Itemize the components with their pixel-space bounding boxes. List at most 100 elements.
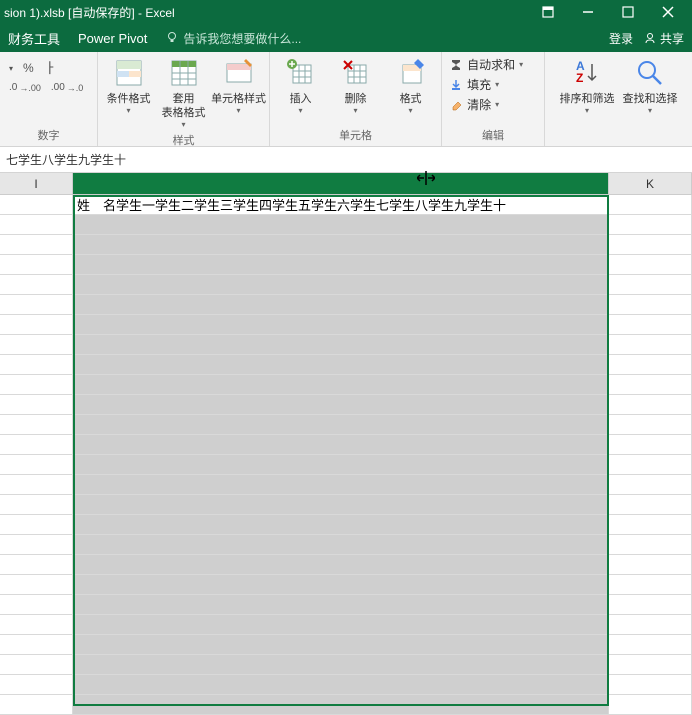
cell[interactable]: [73, 435, 609, 455]
cell[interactable]: [609, 235, 692, 255]
cell[interactable]: [73, 275, 609, 295]
cell[interactable]: [0, 595, 73, 615]
cell[interactable]: [73, 295, 609, 315]
cell[interactable]: [0, 395, 73, 415]
cell[interactable]: [609, 595, 692, 615]
percent-button[interactable]: %: [23, 61, 34, 75]
fill-button[interactable]: 填充▾: [449, 76, 499, 93]
cell[interactable]: [0, 335, 73, 355]
cell[interactable]: [609, 215, 692, 235]
share-button[interactable]: 共享: [643, 30, 684, 47]
clear-button[interactable]: 清除▾: [449, 96, 499, 113]
autosum-button[interactable]: 自动求和▾: [449, 56, 523, 73]
cell[interactable]: [0, 275, 73, 295]
comma-button[interactable]: ￂ: [44, 58, 57, 78]
cell[interactable]: [0, 215, 73, 235]
cell[interactable]: [73, 535, 609, 555]
cell[interactable]: [609, 415, 692, 435]
cell[interactable]: [0, 555, 73, 575]
tell-me-search[interactable]: 告诉我您想要做什么...: [165, 30, 301, 47]
cell[interactable]: [609, 535, 692, 555]
cell[interactable]: [73, 395, 609, 415]
cell[interactable]: [609, 315, 692, 335]
find-select-button[interactable]: 查找和选择▾: [623, 54, 678, 116]
format-button[interactable]: 格式▾: [383, 54, 438, 116]
cell[interactable]: [0, 235, 73, 255]
cell[interactable]: [0, 535, 73, 555]
cell[interactable]: [0, 455, 73, 475]
insert-button[interactable]: 插入▾: [273, 54, 328, 116]
cell[interactable]: [609, 455, 692, 475]
cell[interactable]: [609, 555, 692, 575]
cell[interactable]: [609, 275, 692, 295]
cell[interactable]: [0, 295, 73, 315]
cell[interactable]: [609, 375, 692, 395]
cell[interactable]: [609, 515, 692, 535]
cell[interactable]: [0, 515, 73, 535]
delete-button[interactable]: 删除▾: [328, 54, 383, 116]
cell[interactable]: [73, 675, 609, 695]
cell[interactable]: [0, 575, 73, 595]
conditional-format-button[interactable]: 条件格式▾: [101, 54, 156, 116]
cell[interactable]: [73, 515, 609, 535]
dropdown[interactable]: ▾: [9, 64, 13, 73]
cell[interactable]: [73, 635, 609, 655]
cell[interactable]: [0, 675, 73, 695]
cell[interactable]: [609, 435, 692, 455]
cell[interactable]: [609, 695, 692, 715]
cell[interactable]: 姓 名学生一学生二学生三学生四学生五学生六学生七学生八学生九学生十: [73, 195, 609, 215]
cell[interactable]: [73, 655, 609, 675]
cell-styles-button[interactable]: 单元格样式▾: [211, 54, 266, 116]
ribbon-options-icon[interactable]: [528, 0, 568, 24]
cell[interactable]: [0, 415, 73, 435]
cell[interactable]: [609, 255, 692, 275]
tab-powerpivot[interactable]: Power Pivot: [78, 31, 147, 46]
cell[interactable]: [609, 335, 692, 355]
cell[interactable]: [0, 315, 73, 335]
cell[interactable]: [73, 495, 609, 515]
cell[interactable]: [73, 235, 609, 255]
cell[interactable]: [609, 475, 692, 495]
formula-bar[interactable]: 七学生八学生九学生十: [0, 147, 692, 173]
cell[interactable]: [0, 655, 73, 675]
cell[interactable]: [609, 615, 692, 635]
cell[interactable]: [73, 315, 609, 335]
cell[interactable]: [73, 215, 609, 235]
decrease-decimal[interactable]: .00→.0: [51, 82, 83, 93]
cell[interactable]: [0, 615, 73, 635]
worksheet[interactable]: I K 姓 名学生一学生二学生三学生四学生五学生六学生七学生八学生九学生十: [0, 173, 692, 707]
cell[interactable]: [0, 375, 73, 395]
close-button[interactable]: [648, 0, 688, 24]
maximize-button[interactable]: [608, 0, 648, 24]
cell[interactable]: [609, 575, 692, 595]
minimize-button[interactable]: [568, 0, 608, 24]
cell[interactable]: [73, 375, 609, 395]
cell[interactable]: [73, 595, 609, 615]
cell[interactable]: [73, 335, 609, 355]
cell[interactable]: [73, 355, 609, 375]
cell[interactable]: [609, 655, 692, 675]
cell[interactable]: [609, 675, 692, 695]
cell[interactable]: [609, 495, 692, 515]
col-header-K[interactable]: K: [609, 173, 692, 194]
cell[interactable]: [73, 255, 609, 275]
cell[interactable]: [0, 695, 73, 715]
cell[interactable]: [0, 255, 73, 275]
col-header-J[interactable]: [73, 173, 609, 194]
increase-decimal[interactable]: .0→.00: [9, 82, 41, 93]
col-header-I[interactable]: I: [0, 173, 73, 194]
cell[interactable]: [609, 635, 692, 655]
cell[interactable]: [0, 495, 73, 515]
format-as-table-button[interactable]: 套用 表格格式▾: [156, 54, 211, 130]
cell[interactable]: [73, 455, 609, 475]
cell[interactable]: [73, 615, 609, 635]
sort-filter-button[interactable]: AZ 排序和筛选▾: [560, 54, 615, 116]
cell[interactable]: [73, 555, 609, 575]
cell[interactable]: [73, 475, 609, 495]
cell[interactable]: [0, 195, 73, 215]
cell[interactable]: [73, 575, 609, 595]
cell[interactable]: [609, 395, 692, 415]
cell-grid[interactable]: 姓 名学生一学生二学生三学生四学生五学生六学生七学生八学生九学生十: [0, 195, 692, 715]
cell[interactable]: [0, 355, 73, 375]
cell[interactable]: [609, 355, 692, 375]
